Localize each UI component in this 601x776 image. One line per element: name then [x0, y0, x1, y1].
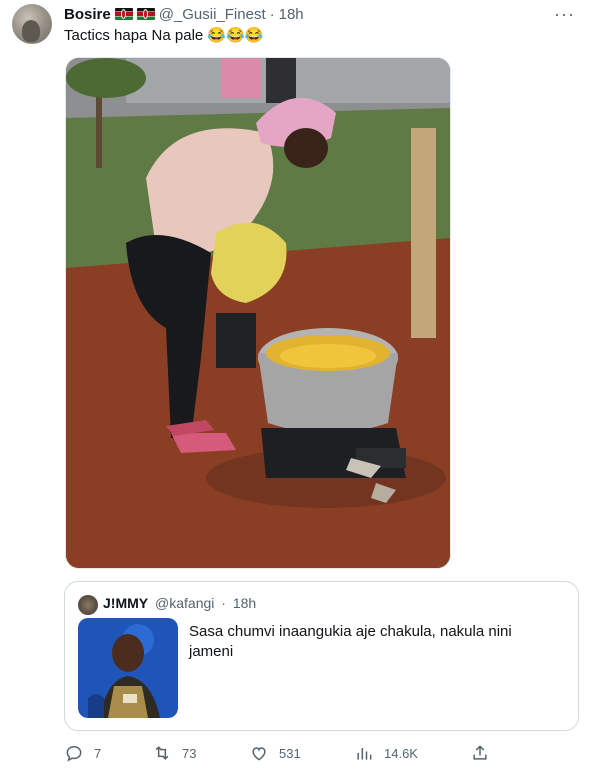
reply-icon [66, 745, 82, 762]
more-options-icon[interactable]: ··· [554, 4, 575, 25]
tweet-time[interactable]: 18h [279, 6, 304, 23]
heart-icon [252, 747, 266, 761]
author-handle[interactable]: @_Gusii_Finest [159, 6, 266, 23]
quoted-author-handle[interactable]: @kafangi [155, 595, 214, 611]
quoted-author-avatar[interactable] [78, 595, 98, 615]
views-count: 14.6K [384, 745, 418, 761]
views-icon [357, 748, 372, 760]
separator-dot: · [269, 5, 275, 23]
tweet[interactable]: Bosire @_Gusii_Finest · 18h ··· Tactics … [0, 0, 601, 776]
retweet-button[interactable]: 73 [152, 742, 196, 764]
like-count: 531 [279, 745, 301, 761]
like-button[interactable]: 531 [249, 742, 301, 764]
views-button[interactable]: 14.6K [354, 742, 418, 764]
separator-dot: · [221, 595, 226, 611]
quoted-tweet-text: Sasa chumvi inaangukia aje chakula, naku… [189, 623, 512, 660]
tweet-photo[interactable] [65, 57, 451, 569]
retweet-count: 73 [182, 745, 197, 761]
quoted-tweet[interactable]: J!MMY @kafangi · 18h Sasa chumvi inaangu… [64, 581, 579, 731]
quoted-tweet-time[interactable]: 18h [233, 595, 256, 611]
share-button[interactable] [470, 742, 500, 764]
share-icon [473, 745, 487, 760]
retweet-icon [155, 746, 169, 760]
reply-button[interactable]: 7 [64, 742, 101, 764]
kenya-flag-icon [114, 8, 133, 20]
tweet-header: Bosire @_Gusii_Finest · 18h [64, 4, 304, 24]
author-avatar[interactable] [12, 4, 52, 44]
author-name[interactable]: Bosire [64, 6, 111, 23]
photo-illustration [66, 58, 450, 568]
quoted-author-name[interactable]: J!MMY [103, 595, 148, 611]
tweet-actions: 7 73 531 14.6K [64, 742, 584, 766]
quoted-tweet-header: J!MMY @kafangi · 18h [103, 595, 256, 611]
quoted-tweet-thumbnail[interactable] [78, 618, 178, 718]
tweet-text: Tactics hapa Na pale 😂😂😂 [64, 27, 264, 44]
reply-count: 7 [94, 745, 102, 761]
kenya-flag-icon [136, 8, 155, 20]
thumbnail-illustration [78, 618, 178, 718]
